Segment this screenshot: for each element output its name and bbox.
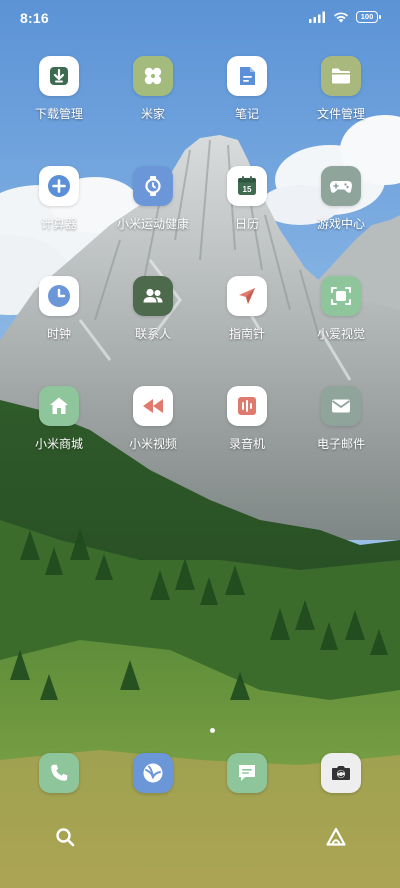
folder-icon [321,56,361,96]
mail-icon [321,386,361,426]
page-indicator [210,728,215,733]
mijia-icon [133,56,173,96]
gamepad-icon [321,166,361,206]
rewind-icon [133,386,173,426]
app-label: 下载管理 [34,107,83,121]
calendar-icon: 15 [227,166,267,206]
watch-icon [133,166,173,206]
app-label: 小爱视觉 [316,327,365,341]
app-notes[interactable]: 笔记 [200,56,294,122]
app-label: 文件管理 [316,107,365,121]
app-contacts[interactable]: 联系人 [106,276,200,342]
calculator-icon [39,166,79,206]
browser-icon[interactable] [133,753,173,793]
home-icon [39,386,79,426]
app-label: 小米商城 [34,437,83,451]
app-mi-fitness[interactable]: 小米运动健康 [106,166,200,232]
app-download-manager[interactable]: 下载管理 [12,56,106,122]
app-label: 指南针 [228,327,265,341]
app-label: 笔记 [234,107,259,121]
app-label: 小米运动健康 [116,217,189,231]
app-mi-video[interactable]: 小米视频 [106,386,200,452]
compass-icon [227,276,267,316]
app-label: 录音机 [228,437,265,451]
svg-text:15: 15 [243,185,252,194]
assistant-icon[interactable] [325,826,347,848]
app-recorder[interactable]: 录音机 [200,386,294,452]
search-icon[interactable] [54,826,76,848]
app-calendar[interactable]: 15 日历 [200,166,294,232]
app-label: 电子邮件 [316,437,365,451]
app-mi-store[interactable]: 小米商城 [12,386,106,452]
wifi-icon [334,12,348,23]
status-bar: 8:16 100 [0,0,400,36]
app-compass[interactable]: 指南针 [200,276,294,342]
messages-icon[interactable] [227,753,267,793]
camera-icon[interactable] [321,753,361,793]
app-mijia[interactable]: 米家 [106,56,200,122]
phone-icon[interactable] [39,753,79,793]
app-label: 小米视频 [128,437,177,451]
app-file-manager[interactable]: 文件管理 [294,56,388,122]
app-xiaoai-vision[interactable]: 小爱视觉 [294,276,388,342]
app-email[interactable]: 电子邮件 [294,386,388,452]
app-label: 计算器 [40,217,77,231]
app-label: 时钟 [46,327,71,341]
app-calculator[interactable]: 计算器 [12,166,106,232]
app-label: 联系人 [134,327,171,341]
scan-icon [321,276,361,316]
note-icon [227,56,267,96]
clock-icon [39,276,79,316]
download-icon [39,56,79,96]
contacts-icon [133,276,173,316]
battery-icon: 100 [356,11,381,23]
status-time: 8:16 [20,10,49,26]
app-label: 游戏中心 [316,217,365,231]
app-clock[interactable]: 时钟 [12,276,106,342]
status-icons: 100 [309,11,381,23]
signal-icon [309,11,325,23]
app-label: 米家 [140,107,165,121]
app-label: 日历 [234,217,259,231]
recorder-icon [227,386,267,426]
app-game-center[interactable]: 游戏中心 [294,166,388,232]
